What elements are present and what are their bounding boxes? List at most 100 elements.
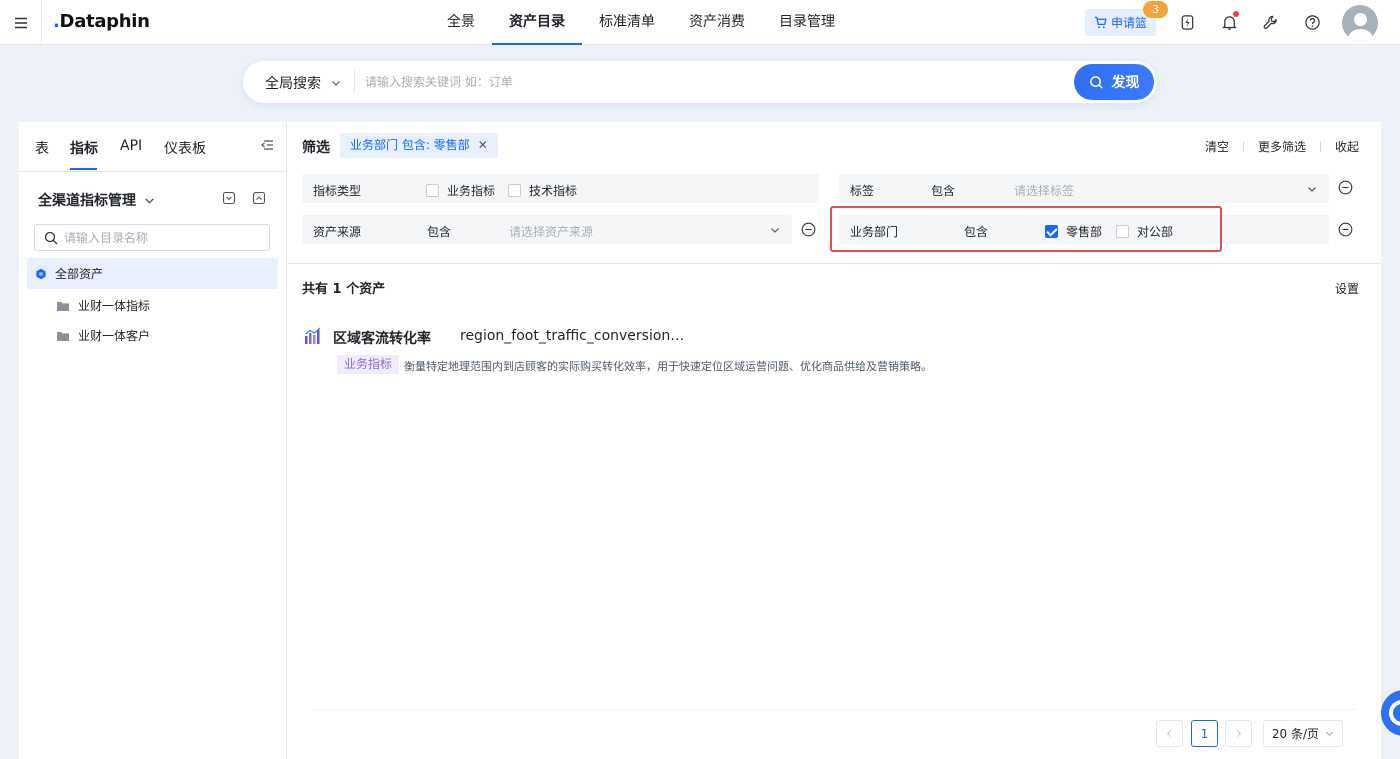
metric-chart-icon <box>305 327 321 344</box>
filter-label: 资产来源 <box>313 225 362 239</box>
folder-icon <box>57 331 69 341</box>
expand-all-icon[interactable] <box>222 191 236 205</box>
asset-code: region_foot_traffic_conversion… <box>460 328 685 344</box>
nav-item-standards[interactable]: 标准清单 <box>582 0 672 45</box>
active-filter-chip[interactable]: 业务部门 包含: 零售部 ✕ <box>340 133 498 158</box>
lightning-icon[interactable] <box>1177 12 1197 32</box>
folder-icon <box>57 301 69 311</box>
highlight-box <box>830 206 1222 252</box>
tree-item-label: 业财一体客户 <box>78 329 151 343</box>
tab-dashboard[interactable]: 仪表板 <box>164 138 206 158</box>
asset-type-tabs: 表 指标 API 仪表板 <box>19 122 287 172</box>
top-bar: .Dataphin 全景 资产目录 标准清单 资产消费 目录管理 申请篮 3 <box>0 0 1400 45</box>
chevron-down-icon[interactable] <box>770 225 780 235</box>
tab-api[interactable]: API <box>120 138 142 154</box>
chevron-down-icon <box>1326 731 1334 737</box>
asset-name-link[interactable]: 区域客流转化率 <box>333 328 431 348</box>
checkbox-technical-metric[interactable]: 技术指标 <box>508 182 577 199</box>
catalog-search-input[interactable] <box>64 230 254 246</box>
results-panel: 筛选 业务部门 包含: 零售部 ✕ 清空 更多筛选 收起 指标类型 业务指标 技… <box>287 122 1381 759</box>
catalog-search-field[interactable] <box>34 224 270 251</box>
discover-button-label: 发现 <box>1111 75 1140 91</box>
filter-row-asset-source: 资产来源 包含 请选择资产来源 <box>302 215 792 244</box>
cart-count-badge: 3 <box>1143 1 1168 18</box>
search-scope-select[interactable]: 全局搜索 <box>265 73 341 93</box>
nav-item-catalog-management[interactable]: 目录管理 <box>762 0 852 45</box>
filter-label: 指标类型 <box>313 184 362 198</box>
assistant-float-button[interactable] <box>1381 690 1400 736</box>
filter-title: 筛选 <box>302 140 330 156</box>
chevron-down-icon[interactable] <box>1307 184 1317 194</box>
checkbox-box <box>508 184 521 197</box>
tool-icon[interactable] <box>1260 12 1280 32</box>
filter-label: 标签 <box>850 184 875 198</box>
search-icon <box>1089 75 1103 89</box>
nav-item-asset-catalog[interactable]: 资产目录 <box>492 0 582 45</box>
asset-type-tag: 业务指标 <box>337 355 400 374</box>
page-button-current[interactable]: 1 <box>1191 720 1218 747</box>
search-scope-label: 全局搜索 <box>265 76 321 92</box>
catalog-sidebar: 表 指标 API 仪表板 全渠道指标管理 全部资产 业财一体指标 业财一体客户 <box>19 122 287 759</box>
menu-icon[interactable] <box>0 0 42 45</box>
active-tab-indicator <box>70 168 97 170</box>
checkbox-label: 业务指标 <box>447 184 496 198</box>
tree-item-finance-metrics[interactable]: 业财一体指标 <box>56 297 150 314</box>
discover-button[interactable]: 发现 <box>1074 64 1154 100</box>
global-search-bar: 全局搜索 发现 <box>243 61 1157 103</box>
search-icon <box>44 231 58 245</box>
asset-source-select[interactable]: 请选择资产来源 <box>509 223 593 240</box>
tree-item-label: 全部资产 <box>55 267 104 281</box>
asset-root-icon <box>36 268 46 279</box>
close-icon[interactable]: ✕ <box>478 133 488 158</box>
chevron-left-icon <box>1166 729 1172 738</box>
logo: .Dataphin <box>53 11 150 32</box>
more-filters-link[interactable]: 更多筛选 <box>1258 138 1306 155</box>
nav-item-overview[interactable]: 全景 <box>430 0 492 45</box>
tab-metric[interactable]: 指标 <box>70 138 98 158</box>
catalog-title: 全渠道指标管理 <box>38 193 136 209</box>
notification-dot <box>1233 11 1239 17</box>
collapse-filters-link[interactable]: 收起 <box>1335 138 1359 155</box>
chevron-right-icon <box>1236 729 1242 738</box>
catalog-selector[interactable]: 全渠道指标管理 <box>38 190 155 210</box>
filter-operator[interactable]: 包含 <box>427 223 451 240</box>
divider <box>312 709 1356 710</box>
filter-row-tag: 标签 包含 请选择标签 <box>839 174 1329 203</box>
page-size-select[interactable]: 20 条/页 <box>1263 720 1343 747</box>
avatar[interactable] <box>1342 5 1378 41</box>
checkbox-label: 技术指标 <box>529 184 578 198</box>
search-input[interactable] <box>365 72 965 92</box>
tree-item-label: 业财一体指标 <box>78 299 151 313</box>
filter-actions: 清空 更多筛选 收起 <box>1205 138 1359 155</box>
result-count: 共有 1 个资产 <box>302 282 386 297</box>
nav-item-consumption[interactable]: 资产消费 <box>672 0 762 45</box>
cart-label: 申请篮 <box>1110 16 1147 30</box>
checkbox-business-metric[interactable]: 业务指标 <box>426 182 495 199</box>
filter-operator[interactable]: 包含 <box>931 182 955 199</box>
asset-description: 衡量特定地理范围内到店顾客的实际购买转化效率，用于快速定位区域运营问题、优化商品… <box>404 360 932 373</box>
tree-item-finance-customers[interactable]: 业财一体客户 <box>56 327 150 344</box>
next-page-button[interactable] <box>1225 720 1252 747</box>
clear-filters-link[interactable]: 清空 <box>1205 138 1229 155</box>
settings-link[interactable]: 设置 <box>1335 280 1359 297</box>
minus-circle-icon[interactable] <box>1338 222 1353 237</box>
divider <box>287 263 1381 264</box>
filter-row-metric-type: 指标类型 业务指标 技术指标 <box>302 174 819 203</box>
tag-select[interactable]: 请选择标签 <box>1014 182 1074 199</box>
tab-table[interactable]: 表 <box>35 138 49 158</box>
checkbox-box <box>426 184 439 197</box>
help-icon[interactable] <box>1302 12 1322 32</box>
main-nav: 全景 资产目录 标准清单 资产消费 目录管理 <box>430 0 852 45</box>
prev-page-button[interactable] <box>1156 720 1183 747</box>
chevron-down-icon <box>145 197 154 204</box>
chevron-down-icon <box>332 81 340 86</box>
filter-chip-label: 业务部门 包含: 零售部 <box>350 138 470 152</box>
tree-item-all-assets[interactable]: 全部资产 <box>27 258 278 289</box>
cart-icon <box>1094 16 1107 29</box>
page-size-label: 20 条/页 <box>1271 727 1320 741</box>
minus-circle-icon[interactable] <box>1338 180 1353 195</box>
search-divider <box>354 70 355 94</box>
minus-circle-icon[interactable] <box>801 222 816 237</box>
collapse-icon[interactable] <box>260 138 274 152</box>
collapse-all-icon[interactable] <box>252 191 266 205</box>
